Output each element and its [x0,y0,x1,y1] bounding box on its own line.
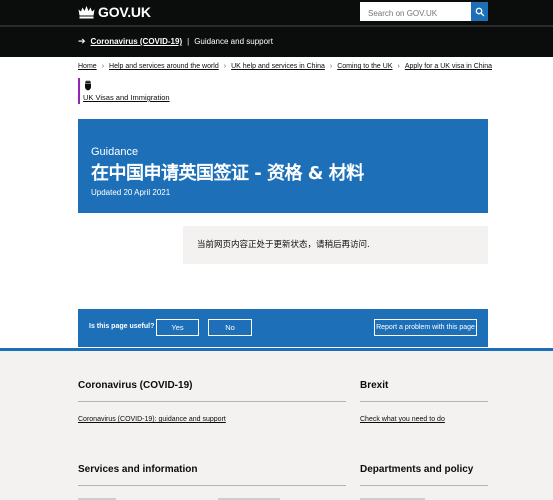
breadcrumb-home[interactable]: Home [78,63,97,70]
chevron-right-icon: › [223,63,227,70]
organisation-logo[interactable]: UK Visas and Immigration [78,78,170,104]
footer-heading-services: Services and information [78,464,198,475]
chevron-right-icon: › [101,63,105,70]
covid-banner: ➔ Coronavirus (COVID-19) | Guidance and … [0,25,553,57]
search-button[interactable] [471,2,488,21]
covid-link[interactable]: Coronavirus (COVID-19) [91,37,183,46]
breadcrumb-apply-visa-china[interactable]: Apply for a UK visa in China [405,63,492,70]
govuk-logo-link[interactable]: GOV.UK [78,4,151,20]
breadcrumb-help-services[interactable]: Help and services around the world [109,63,219,70]
notice-text: 当前网页内容正处于更新状态，请稍后再访问. [197,240,370,250]
breadcrumb: Home › Help and services around the worl… [78,63,492,70]
report-problem-button[interactable]: Report a problem with this page [374,319,477,336]
document-type: Guidance [91,146,139,158]
page-hero: Guidance 在中国申请英国签证 - 资格 & 材料 Updated 20 … [78,119,488,213]
royal-crest-icon [85,80,91,91]
site-footer: Coronavirus (COVID-19) Coronavirus (COVI… [0,348,553,500]
footer-divider [360,401,488,402]
footer-heading-covid: Coronavirus (COVID-19) [78,380,193,391]
footer-link-covid-guidance[interactable]: Coronavirus (COVID-19): guidance and sup… [78,416,226,423]
breadcrumb-uk-help-china[interactable]: UK help and services in China [231,63,325,70]
chevron-right-icon: › [397,63,400,70]
organisation-name[interactable]: UK Visas and Immigration [83,93,170,102]
updated-date: Updated 20 April 2021 [91,188,171,197]
page-title: 在中国申请英国签证 - 资格 & 材料 [91,163,364,184]
footer-divider [78,485,346,486]
footer-divider [360,485,488,486]
feedback-bar: Is this page useful? Yes No Report a pro… [78,309,488,347]
footer-heading-departments: Departments and policy [360,464,474,475]
covid-guidance-text: Guidance and support [194,37,273,46]
feedback-yes-button[interactable]: Yes [156,319,199,336]
arrow-right-icon: ➔ [78,36,86,46]
feedback-question: Is this page useful? [89,323,155,330]
search-icon [475,7,484,16]
crown-icon [78,6,95,19]
footer-divider [78,401,346,402]
search-input[interactable] [360,2,471,21]
footer-link-brexit-check[interactable]: Check what you need to do [360,416,445,423]
site-header: GOV.UK [0,0,553,25]
logo-text: GOV.UK [98,4,151,20]
update-notice: 当前网页内容正处于更新状态，请稍后再访问. [183,226,488,264]
covid-separator: | [187,37,190,46]
footer-heading-brexit: Brexit [360,380,389,391]
feedback-no-button[interactable]: No [208,319,252,336]
chevron-right-icon: › [329,63,333,70]
breadcrumb-coming-to-uk[interactable]: Coming to the UK [337,63,392,70]
